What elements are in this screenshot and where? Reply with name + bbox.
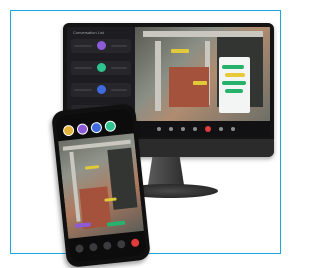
participant-avatar	[97, 85, 106, 94]
list-item-text-line	[74, 67, 92, 69]
participant-avatar	[97, 41, 106, 50]
participant-avatar[interactable]	[76, 123, 89, 136]
list-item-text-line	[111, 67, 127, 69]
conversation-list-item[interactable]	[71, 61, 131, 75]
monitor-stand-neck	[148, 157, 184, 185]
microphone-icon[interactable]	[157, 127, 161, 131]
participant-avatar[interactable]	[104, 120, 117, 133]
end-call-button[interactable]	[205, 126, 211, 132]
annotate-icon[interactable]	[193, 127, 197, 131]
list-item-text-line	[111, 89, 127, 91]
camera-icon[interactable]	[89, 242, 98, 252]
annotation-marker	[193, 81, 207, 85]
machine-post	[69, 151, 81, 222]
list-item-text-line	[74, 89, 92, 91]
chat-message	[225, 89, 243, 93]
list-item-text-line	[74, 45, 92, 47]
brick-wall	[169, 67, 209, 107]
chat-icon[interactable]	[116, 239, 126, 249]
share-screen-icon[interactable]	[181, 127, 185, 131]
annotate-icon[interactable]	[102, 241, 112, 251]
conversation-list-item[interactable]	[71, 39, 131, 53]
annotation-label	[106, 220, 126, 227]
sidebar-title: Conversation List	[73, 30, 104, 35]
chat-message	[222, 65, 244, 69]
camera-icon[interactable]	[169, 127, 173, 131]
call-toolbar	[135, 121, 270, 137]
participant-avatar[interactable]	[90, 121, 103, 134]
end-call-button[interactable]	[130, 238, 140, 248]
smartphone	[51, 103, 151, 268]
chat-message	[222, 81, 246, 85]
chat-message	[225, 73, 245, 77]
machine-post	[155, 41, 161, 111]
conversation-list-item[interactable]	[71, 83, 131, 97]
phone-video-feed	[58, 133, 144, 239]
chat-icon[interactable]	[219, 127, 223, 131]
chat-panel	[219, 57, 250, 113]
microphone-icon[interactable]	[75, 244, 84, 253]
annotation-marker	[171, 49, 189, 53]
more-icon[interactable]	[231, 127, 235, 131]
annotation-marker	[84, 165, 100, 170]
list-item-text-line	[111, 45, 127, 47]
participant-avatar	[97, 63, 106, 72]
participant-avatar[interactable]	[62, 124, 75, 137]
phone-screen	[55, 108, 147, 263]
